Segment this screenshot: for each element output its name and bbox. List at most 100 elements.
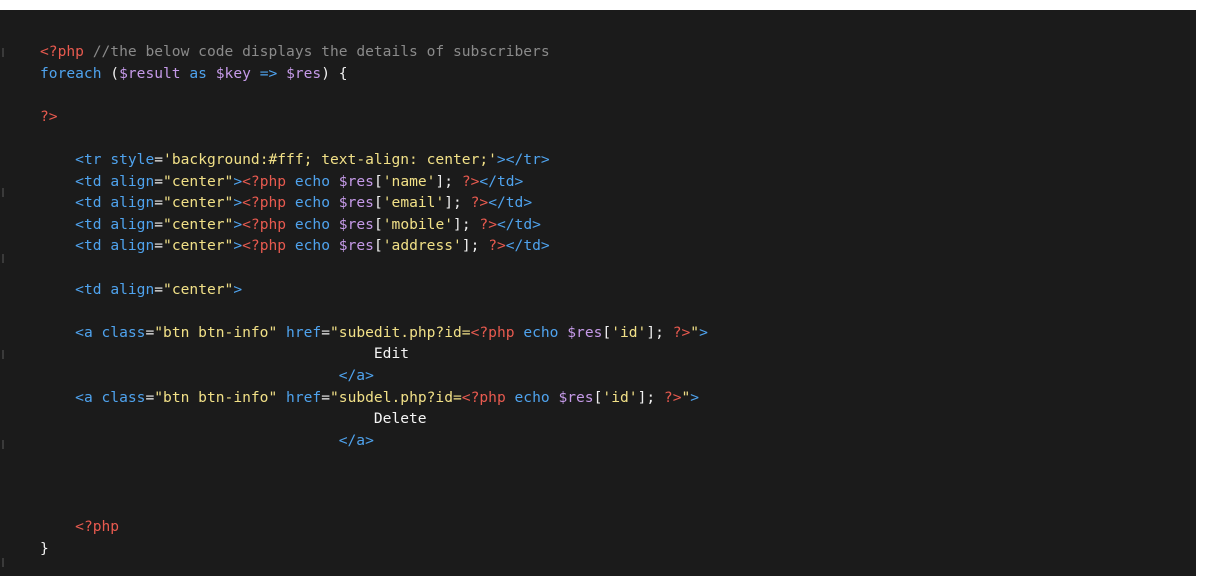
code-line[interactable]: <td align="center"><?php echo $res['emai…: [40, 192, 708, 214]
code-token: </a>: [338, 366, 374, 384]
code-token: $res: [567, 323, 603, 341]
code-token: >: [690, 388, 700, 406]
code-line[interactable]: <tr style='background:#fff; text-align: …: [40, 149, 708, 171]
code-token: $res: [338, 194, 374, 212]
code-line[interactable]: ?>: [40, 106, 708, 128]
code-token: ?>: [488, 237, 506, 255]
fold-marker: [2, 254, 4, 263]
code-token: $key: [215, 64, 251, 82]
code-token: align: [110, 194, 155, 212]
code-token: =: [145, 388, 155, 406]
code-token: echo: [286, 172, 339, 190]
code-token: ?>: [40, 107, 58, 125]
code-line[interactable]: foreach ($result as $key => $res) {: [40, 63, 708, 85]
code-line[interactable]: ​: [40, 451, 708, 473]
code-token: ];: [646, 323, 673, 341]
code-token: href: [277, 323, 322, 341]
code-token: >: [233, 215, 243, 233]
code-token: </td>: [496, 215, 541, 233]
code-token: ": [681, 388, 691, 406]
code-line[interactable]: ​: [40, 473, 708, 495]
code-token: <td: [75, 237, 111, 255]
code-token: Edit: [40, 345, 410, 363]
code-line[interactable]: }: [40, 538, 708, 560]
code-line[interactable]: <td align="center"><?php echo $res['mobi…: [40, 214, 708, 236]
code-token: <?php: [75, 518, 120, 536]
code-token: ];: [444, 194, 471, 212]
code-line[interactable]: ​: [40, 494, 708, 516]
code-token: (: [101, 64, 120, 82]
code-token: [: [373, 172, 383, 190]
code-token: ?>: [461, 172, 480, 190]
code-token: =: [154, 280, 164, 298]
code-token: class: [101, 388, 146, 406]
code-token: =: [154, 150, 164, 168]
code-token: <?php: [242, 237, 287, 255]
code-token: </a>: [338, 431, 374, 449]
code-token: Delete: [40, 410, 427, 428]
code-line[interactable]: <a class="btn btn-info" href="subdel.php…: [40, 387, 708, 409]
code-token: "center": [163, 280, 234, 298]
code-line[interactable]: <td align="center"><?php echo $res['name…: [40, 171, 708, 193]
code-token: href: [277, 388, 322, 406]
code-line[interactable]: ​: [40, 300, 708, 322]
code-token: ];: [435, 172, 462, 190]
code-line[interactable]: ​: [40, 84, 708, 106]
code-token: <a: [75, 388, 102, 406]
code-token: 'id': [611, 323, 647, 341]
code-token: <?php: [470, 323, 515, 341]
code-token: as: [180, 64, 216, 82]
code-token: <?php: [461, 388, 506, 406]
code-token: "subdel.php?id=: [330, 388, 462, 406]
code-token: ?>: [470, 194, 489, 212]
code-token: "subedit.php?id=: [330, 323, 471, 341]
code-token: =: [154, 237, 164, 255]
code-token: >: [233, 237, 243, 255]
code-token: "btn btn-info": [154, 388, 278, 406]
code-line[interactable]: <?php: [40, 516, 708, 538]
code-token: 'id': [602, 388, 638, 406]
code-token: }: [40, 539, 49, 557]
code-editor[interactable]: <?php //the below code displays the deta…: [0, 10, 1196, 576]
code-line[interactable]: Edit: [40, 343, 708, 365]
code-line[interactable]: <td align="center">: [40, 279, 708, 301]
fold-marker: [2, 440, 4, 449]
code-token: ?>: [672, 323, 691, 341]
code-line[interactable]: <?php //the below code displays the deta…: [40, 41, 708, 63]
code-token: echo: [286, 237, 339, 255]
code-line[interactable]: ​: [40, 257, 708, 279]
code-token: $res: [338, 215, 374, 233]
code-token: 'mobile': [382, 215, 454, 233]
code-token: 'email': [382, 194, 445, 212]
code-token: ": [690, 323, 700, 341]
code-line[interactable]: <td align="center"><?php echo $res['addr…: [40, 235, 708, 257]
code-token: </td>: [488, 194, 533, 212]
code-token: foreach: [40, 64, 102, 82]
code-token: align: [110, 280, 155, 298]
code-text-area[interactable]: <?php //the below code displays the deta…: [40, 41, 708, 559]
code-token: <?php: [242, 172, 287, 190]
fold-marker: [2, 188, 4, 197]
code-line[interactable]: </a>: [40, 430, 708, 452]
code-line[interactable]: Delete: [40, 408, 708, 430]
code-token: ) {: [321, 64, 348, 82]
code-line[interactable]: ​: [40, 127, 708, 149]
code-token: >: [233, 280, 243, 298]
code-line[interactable]: </a>: [40, 365, 708, 387]
code-token: "center": [163, 237, 234, 255]
code-token: align: [110, 172, 155, 190]
code-token: $res: [338, 237, 374, 255]
code-token: 'name': [382, 172, 436, 190]
code-token: [: [373, 194, 383, 212]
code-line[interactable]: <a class="btn btn-info" href="subedit.ph…: [40, 322, 708, 344]
code-token: //the below code displays the details of…: [92, 43, 550, 60]
